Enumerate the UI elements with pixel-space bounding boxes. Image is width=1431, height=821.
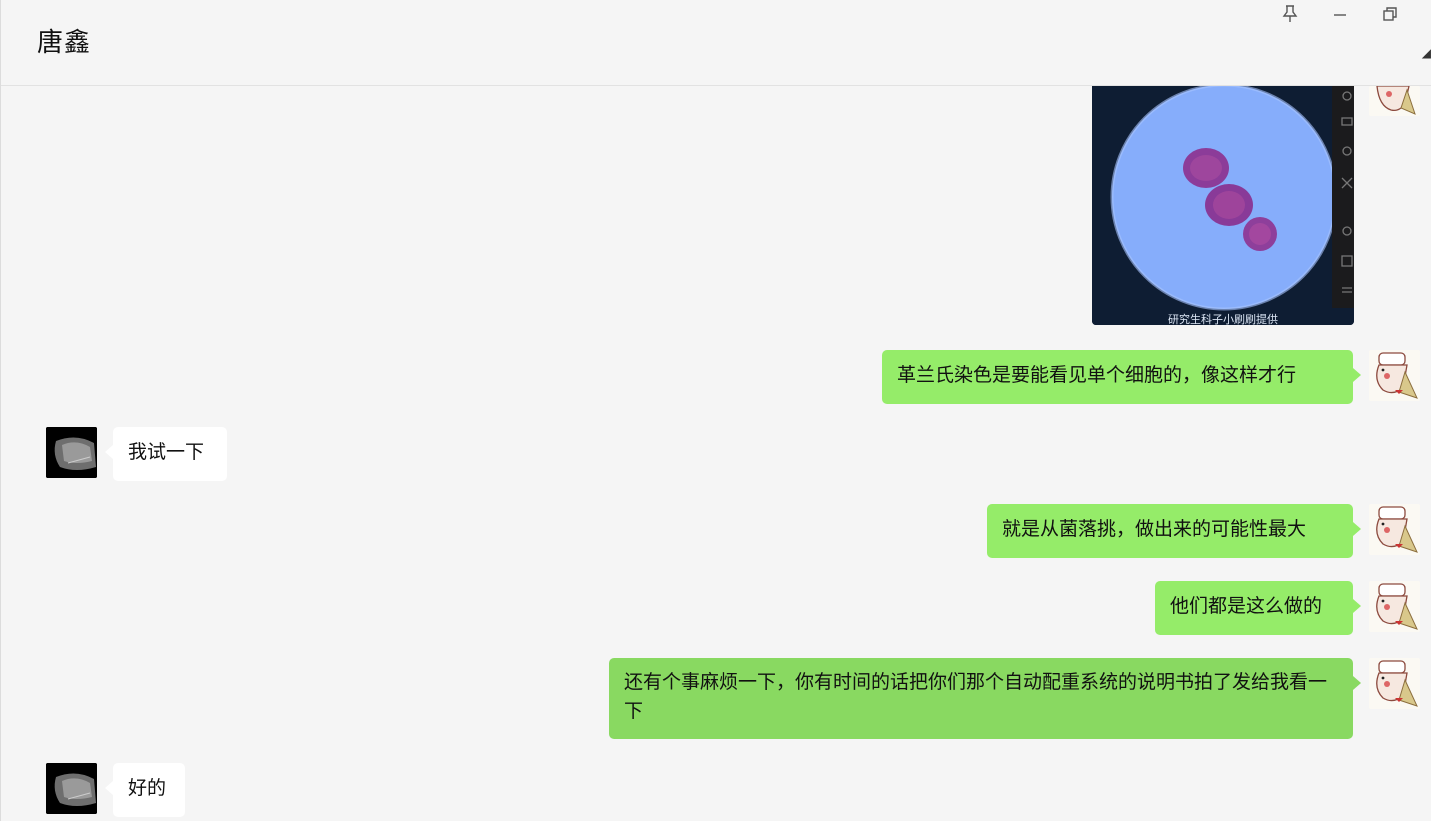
my-message-bubble[interactable]: 革兰氏染色是要能看见单个细胞的，像这样才行 xyxy=(882,350,1361,404)
restore-icon[interactable] xyxy=(1378,4,1402,24)
peer-message-bubble[interactable]: 好的 xyxy=(105,763,185,817)
my-avatar[interactable] xyxy=(1369,350,1420,401)
pin-icon[interactable] xyxy=(1278,4,1302,24)
my-avatar[interactable] xyxy=(1369,581,1420,632)
window-edge xyxy=(0,0,1,821)
image-message[interactable]: 研究生科子小刷刷提供 xyxy=(1092,86,1354,325)
peer-avatar[interactable] xyxy=(46,427,97,478)
my-avatar[interactable] xyxy=(1369,86,1420,116)
my-avatar[interactable] xyxy=(1369,504,1420,555)
chat-header: 唐鑫 ◢ xyxy=(0,0,1431,86)
resize-grip-icon: ◢ xyxy=(1421,46,1431,60)
chat-title: 唐鑫 xyxy=(37,28,92,58)
message-text: 他们都是这么做的 xyxy=(1170,595,1323,617)
microscope-image xyxy=(1092,86,1354,325)
peer-message-bubble[interactable]: 我试一下 xyxy=(105,427,227,481)
message-text: 我试一下 xyxy=(128,441,205,463)
message-text: 还有个事麻烦一下，你有时间的话把你们那个自动配重系统的说明书拍了发给我看一下 xyxy=(624,671,1328,722)
peer-avatar[interactable] xyxy=(46,763,97,814)
message-text: 就是从菌落挑，做出来的可能性最大 xyxy=(1002,518,1307,540)
message-text: 革兰氏染色是要能看见单个细胞的，像这样才行 xyxy=(897,364,1297,386)
my-avatar[interactable] xyxy=(1369,658,1420,709)
my-message-bubble[interactable]: 他们都是这么做的 xyxy=(1155,581,1361,635)
my-message-bubble[interactable]: 还有个事麻烦一下，你有时间的话把你们那个自动配重系统的说明书拍了发给我看一下 xyxy=(609,658,1361,739)
minimize-icon[interactable] xyxy=(1328,4,1352,24)
message-text: 好的 xyxy=(128,777,167,799)
my-message-bubble[interactable]: 就是从菌落挑，做出来的可能性最大 xyxy=(987,504,1361,558)
image-caption: 研究生科子小刷刷提供 xyxy=(1168,313,1278,325)
